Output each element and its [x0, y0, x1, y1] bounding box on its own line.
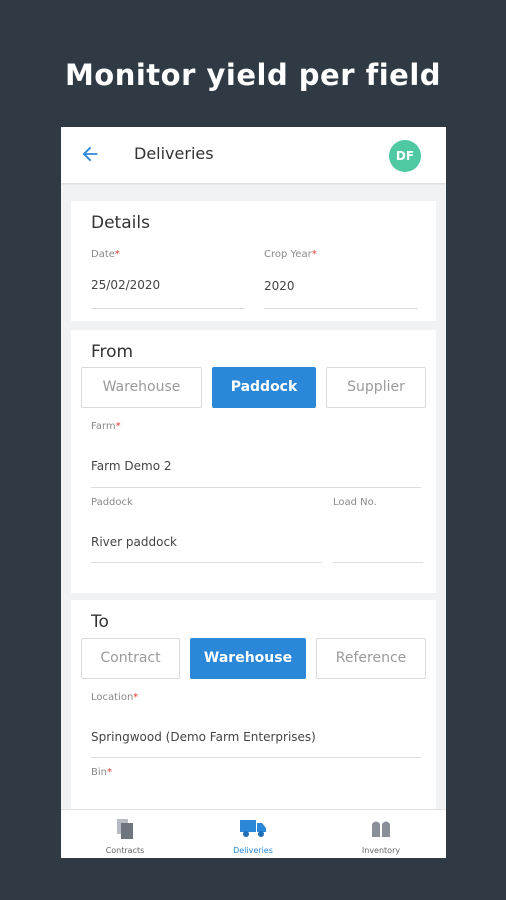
date-field[interactable]: 25/02/2020 [91, 278, 160, 292]
nav-contracts-label: Contracts [105, 846, 145, 855]
paddock-label: Paddock [91, 497, 133, 508]
bottom-nav: Contracts Deliveries Inventory [61, 809, 446, 858]
tab-to-contract[interactable]: Contract [81, 638, 180, 679]
to-title: To [91, 612, 109, 632]
load-no-label: Load No. [333, 497, 377, 508]
app-bar: Deliveries DF [61, 127, 446, 183]
crop-year-label: Crop Year* [264, 249, 317, 260]
date-label: Date* [91, 249, 120, 260]
nav-deliveries-label: Deliveries [233, 846, 273, 855]
tab-from-paddock[interactable]: Paddock [212, 367, 316, 408]
page-title: Deliveries [134, 144, 214, 163]
load-no-underline [333, 562, 423, 563]
details-card: Details Date* 25/02/2020 Crop Year* 2020 [71, 201, 436, 321]
nav-inventory-label: Inventory [361, 846, 401, 855]
location-field[interactable]: Springwood (Demo Farm Enterprises) [91, 730, 316, 744]
from-title: From [91, 342, 134, 362]
tab-to-reference[interactable]: Reference [316, 638, 426, 679]
to-card: To Contract Warehouse Reference Location… [71, 600, 436, 810]
location-underline [91, 757, 421, 758]
avatar[interactable]: DF [389, 140, 421, 172]
phone-screen: Deliveries DF Details Date* 25/02/2020 C… [61, 127, 446, 858]
crop-year-field[interactable]: 2020 [264, 279, 295, 293]
tab-from-warehouse[interactable]: Warehouse [81, 367, 202, 408]
farm-field[interactable]: Farm Demo 2 [91, 459, 171, 473]
farm-underline [91, 487, 421, 488]
nav-contracts[interactable]: Contracts [61, 810, 189, 858]
silo-icon [372, 821, 390, 837]
paddock-underline [91, 562, 322, 563]
paddock-field[interactable]: River paddock [91, 535, 177, 549]
nav-inventory[interactable]: Inventory [317, 810, 445, 858]
details-title: Details [91, 213, 150, 233]
from-card: From Warehouse Paddock Supplier Farm* Fa… [71, 330, 436, 593]
date-underline [91, 308, 245, 309]
tab-from-supplier[interactable]: Supplier [326, 367, 426, 408]
crop-year-underline [264, 308, 418, 309]
headline: Monitor yield per field [64, 58, 442, 92]
truck-icon [240, 820, 266, 837]
nav-deliveries[interactable]: Deliveries [189, 810, 317, 858]
location-label: Location* [91, 692, 139, 703]
farm-label: Farm* [91, 421, 121, 432]
contracts-icon [117, 819, 133, 839]
back-arrow-icon[interactable] [79, 143, 101, 165]
tab-to-warehouse[interactable]: Warehouse [190, 638, 306, 679]
bin-label: Bin* [91, 767, 112, 778]
